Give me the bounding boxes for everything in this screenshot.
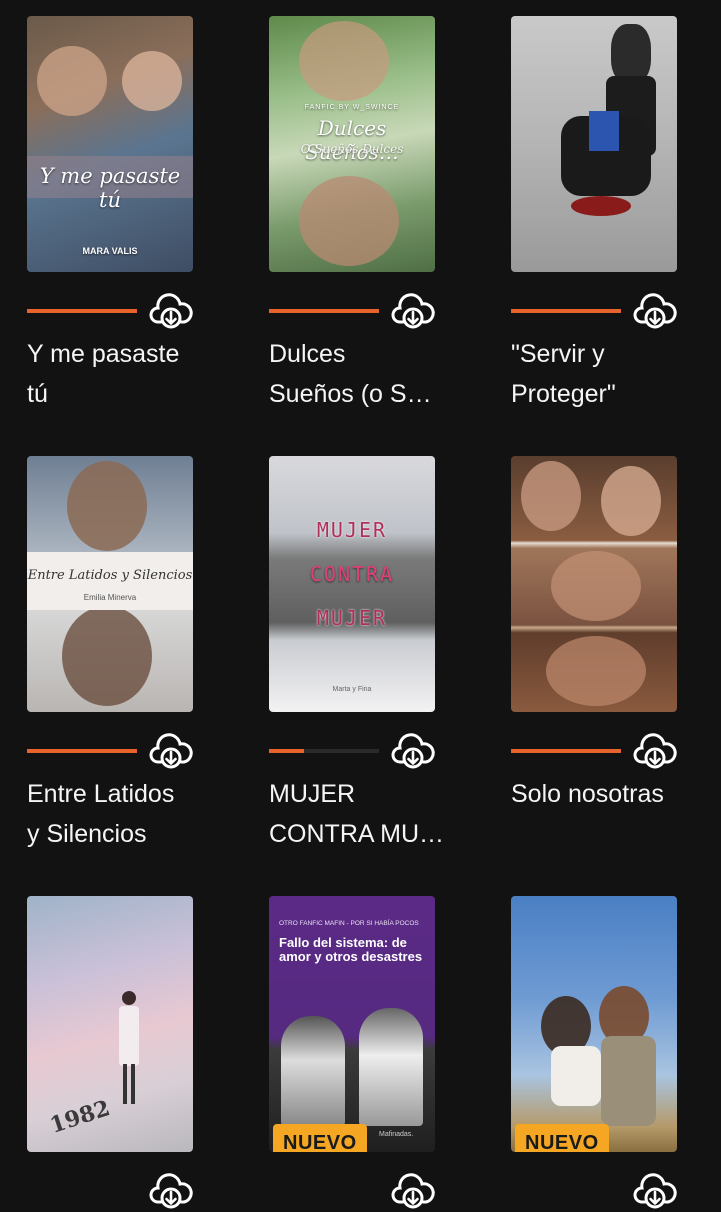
book-cover[interactable]: Y me pasaste tú MARA VALIS [27, 16, 193, 272]
progress-bar [269, 749, 379, 753]
cloud-download-icon[interactable] [391, 292, 435, 332]
book-title[interactable]: Entre Latidos y Silencios [27, 774, 205, 854]
cover-subtitle: O Sueños Dulces [300, 142, 404, 156]
cloud-download-icon[interactable] [633, 292, 677, 332]
cover-title: Fallo del sistema: de amor y otros desas… [279, 935, 423, 964]
cloud-download-icon[interactable] [633, 732, 677, 772]
cloud-download-icon[interactable] [633, 1172, 677, 1212]
cover-title-line3: MUJER [316, 606, 388, 630]
book-cover[interactable]: MUJER CONTRA MUJER Marta y Fina [269, 456, 435, 712]
cover-title: 1982 [46, 1095, 114, 1139]
book-title[interactable]: Dulces Sueños (o S… [269, 334, 447, 414]
cloud-download-icon[interactable] [391, 1172, 435, 1212]
cover-author: Marta y Fina [332, 686, 372, 693]
new-badge: NUEVO [515, 1124, 609, 1152]
cover-title: Entre Latidos y Silencios [27, 568, 193, 583]
progress-fill [27, 749, 137, 753]
cover-title-line1: MUJER [316, 518, 388, 542]
new-badge: NUEVO [273, 1124, 367, 1152]
progress-fill [511, 309, 621, 313]
progress-row [511, 293, 677, 329]
cover-title-line2: CONTRA [309, 562, 395, 586]
cover-top-text: FANFIC BY W_SWINCE [304, 104, 400, 111]
cover-title: Y me pasaste tú [39, 164, 181, 212]
progress-fill [511, 749, 621, 753]
progress-row [269, 1173, 435, 1209]
book-cover[interactable]: Entre Latidos y Silencios Emilia Minerva [27, 456, 193, 712]
cloud-download-icon[interactable] [149, 1172, 193, 1212]
progress-row [27, 1173, 193, 1209]
progress-row [269, 733, 435, 769]
book-cover[interactable]: NUEVO [511, 896, 677, 1152]
cloud-download-icon[interactable] [149, 292, 193, 332]
progress-bar [27, 749, 137, 753]
cover-author: Emilia Minerva [83, 593, 137, 602]
book-cover[interactable]: OTRO FANFIC MAFIN - POR SI HABÍA POCOS F… [269, 896, 435, 1152]
progress-row [511, 1173, 677, 1209]
book-cover[interactable] [511, 16, 677, 272]
cover-title: Dulces Sueños… [305, 116, 399, 164]
book-title[interactable]: "Servir y Proteger" [511, 334, 689, 414]
progress-row [269, 293, 435, 329]
progress-bar [269, 309, 379, 313]
book-cover[interactable]: 1982 [27, 896, 193, 1152]
progress-bar [27, 309, 137, 313]
library-grid: Y me pasaste tú MARA VALIS Y me pasaste … [0, 0, 721, 1209]
book-cover[interactable] [511, 456, 677, 712]
progress-row [511, 733, 677, 769]
progress-bar [511, 749, 621, 753]
progress-row [27, 733, 193, 769]
cloud-download-icon[interactable] [149, 732, 193, 772]
progress-bar [511, 309, 621, 313]
book-cover[interactable]: FANFIC BY W_SWINCE Dulces Sueños… O Sueñ… [269, 16, 435, 272]
progress-fill [269, 749, 305, 753]
cloud-download-icon[interactable] [391, 732, 435, 772]
progress-row [27, 293, 193, 329]
cover-author: Mafinadas. [379, 1131, 414, 1138]
progress-fill [269, 309, 379, 313]
book-title[interactable]: Solo nosotras [511, 774, 689, 814]
progress-fill [27, 309, 137, 313]
cover-top-text: OTRO FANFIC MAFIN - POR SI HABÍA POCOS [279, 920, 419, 927]
book-title[interactable]: MUJER CONTRA MU… [269, 774, 447, 854]
cover-author: MARA VALIS [82, 246, 138, 256]
book-title[interactable]: Y me pasaste tú [27, 334, 205, 414]
